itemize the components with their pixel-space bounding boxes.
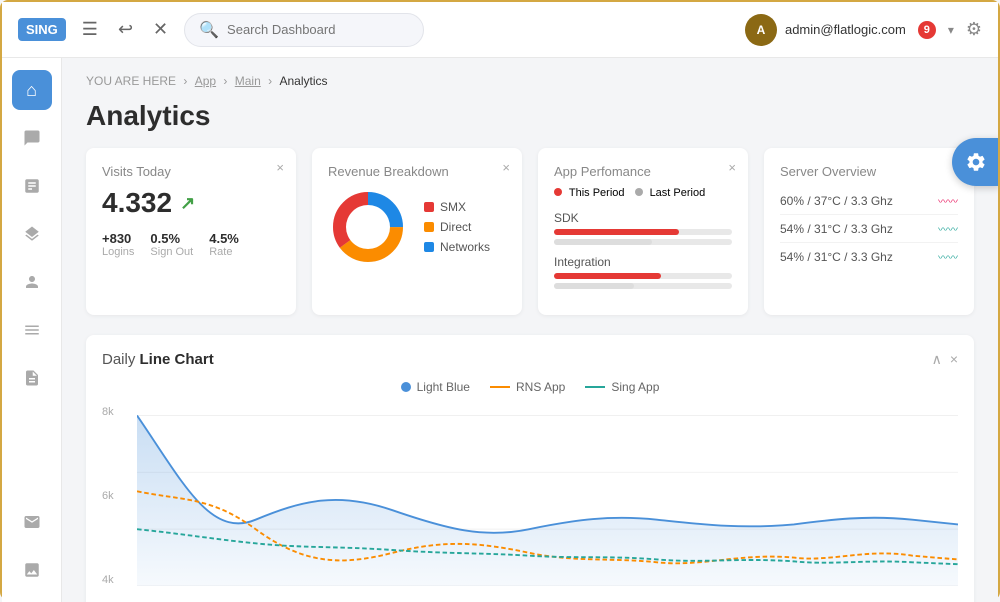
revenue-card-title: Revenue Breakdown [328, 164, 506, 179]
chart-svg-wrapper [137, 406, 958, 586]
close-icon[interactable]: ✕ [149, 15, 172, 44]
legend-smx: SMX [424, 200, 490, 214]
avatar: A [745, 14, 777, 46]
performance-card-close[interactable]: × [728, 160, 736, 175]
stat-signout: 0.5% Sign Out [150, 231, 193, 258]
chart-legend: Light Blue RNS App Sing App [102, 380, 958, 394]
logo: SING [18, 18, 66, 41]
chart-header: Daily Line Chart ∧ × [102, 351, 958, 368]
sparkline-icon-1: 〰〰 [938, 193, 958, 208]
sidebar-item-image[interactable] [12, 550, 52, 590]
legend-direct: Direct [424, 220, 490, 234]
cards-row: Visits Today × 4.332 ↗ +830 Logins 0.5% … [86, 148, 974, 315]
breadcrumb-main[interactable]: Main [235, 74, 261, 88]
revenue-inner: SMX Direct Networks [328, 187, 506, 267]
this-period-label: This Period [554, 187, 625, 199]
topbar-right: A admin@flatlogic.com 9 ▾ ⚙ [745, 14, 982, 46]
server-card: Server Overview × 60% / 37°C / 3.3 Ghz 〰… [764, 148, 974, 315]
sidebar-item-mail[interactable] [12, 502, 52, 542]
performance-card-title: App Perfomance [554, 164, 732, 179]
chart-actions: ∧ × [932, 351, 958, 368]
stat-rate: 4.5% Rate [209, 231, 239, 258]
sidebar-item-home[interactable]: ⌂ [12, 70, 52, 110]
sidebar-item-layers[interactable] [12, 214, 52, 254]
line-chart-svg [137, 406, 958, 586]
stat-logins: +830 Logins [102, 231, 134, 258]
server-row-2: 54% / 31°C / 3.3 Ghz 〰〰 [780, 215, 958, 243]
perf-integration: Integration [554, 255, 732, 289]
user-email: admin@flatlogic.com [785, 22, 906, 37]
visits-stats: +830 Logins 0.5% Sign Out 4.5% Rate [102, 231, 280, 258]
donut-svg [328, 187, 408, 267]
revenue-card: Revenue Breakdown × [312, 148, 522, 315]
legend-sing-app: Sing App [585, 380, 659, 394]
menu-icon[interactable]: ☰ [78, 15, 102, 44]
donut-legend: SMX Direct Networks [424, 200, 490, 254]
legend-light-blue: Light Blue [401, 380, 470, 394]
search-bar[interactable]: 🔍 [184, 13, 424, 47]
sidebar-item-analytics[interactable] [12, 166, 52, 206]
layout: ⌂ YOU ARE [2, 58, 998, 602]
breadcrumb: YOU ARE HERE › App › Main › Analytics [86, 74, 974, 88]
gear-icon[interactable]: ⚙ [966, 19, 982, 40]
sidebar: ⌂ [2, 58, 62, 602]
server-row-1: 60% / 37°C / 3.3 Ghz 〰〰 [780, 187, 958, 215]
sidebar-item-chat[interactable] [12, 118, 52, 158]
sidebar-item-list[interactable] [12, 310, 52, 350]
legend-networks: Networks [424, 240, 490, 254]
user-info[interactable]: A admin@flatlogic.com [745, 14, 906, 46]
chart-area: 8k 6k 4k [102, 406, 958, 602]
notification-badge[interactable]: 9 [918, 21, 936, 39]
breadcrumb-app[interactable]: App [195, 74, 216, 88]
topbar: SING ☰ ↩ ✕ 🔍 A admin@flatlogic.com 9 ▾ ⚙ [2, 2, 998, 58]
visits-card: Visits Today × 4.332 ↗ +830 Logins 0.5% … [86, 148, 296, 315]
search-icon: 🔍 [199, 20, 219, 40]
legend-rns-app: RNS App [490, 380, 565, 394]
chart-title: Daily Line Chart [102, 351, 214, 368]
sparkline-icon-2: 〰〰 [938, 221, 958, 236]
server-card-title: Server Overview [780, 164, 958, 179]
chevron-down-icon[interactable]: ▾ [948, 23, 954, 37]
visits-card-close[interactable]: × [276, 160, 284, 175]
sidebar-item-document[interactable] [12, 358, 52, 398]
line-chart-section: Daily Line Chart ∧ × Light Blue RNS App [86, 335, 974, 602]
performance-card: App Perfomance × This Period Last Period… [538, 148, 748, 315]
perf-sdk: SDK [554, 211, 732, 245]
perf-periods: This Period Last Period [554, 187, 732, 199]
breadcrumb-current: Analytics [279, 74, 327, 88]
breadcrumb-you-are-here: YOU ARE HERE [86, 74, 176, 88]
main-content: YOU ARE HERE › App › Main › Analytics An… [62, 58, 998, 602]
chart-collapse-icon[interactable]: ∧ [932, 351, 942, 368]
back-icon[interactable]: ↩ [114, 15, 137, 44]
last-period-label: Last Period [635, 187, 706, 199]
visits-card-title: Visits Today [102, 164, 280, 179]
fab-settings[interactable] [952, 138, 998, 186]
chart-y-labels: 8k 6k 4k [102, 406, 132, 586]
search-input[interactable] [227, 22, 387, 37]
visits-value: 4.332 ↗ [102, 187, 280, 219]
area-fill [137, 415, 958, 586]
sparkline-icon-3: 〰〰 [938, 249, 958, 264]
donut-chart [328, 187, 408, 267]
server-row-3: 54% / 31°C / 3.3 Ghz 〰〰 [780, 243, 958, 270]
revenue-card-close[interactable]: × [502, 160, 510, 175]
chart-close-icon[interactable]: × [950, 351, 958, 368]
page-title: Analytics [86, 100, 974, 132]
line-light-blue [137, 415, 958, 532]
visits-arrow-icon: ↗ [180, 193, 195, 214]
sidebar-item-user[interactable] [12, 262, 52, 302]
